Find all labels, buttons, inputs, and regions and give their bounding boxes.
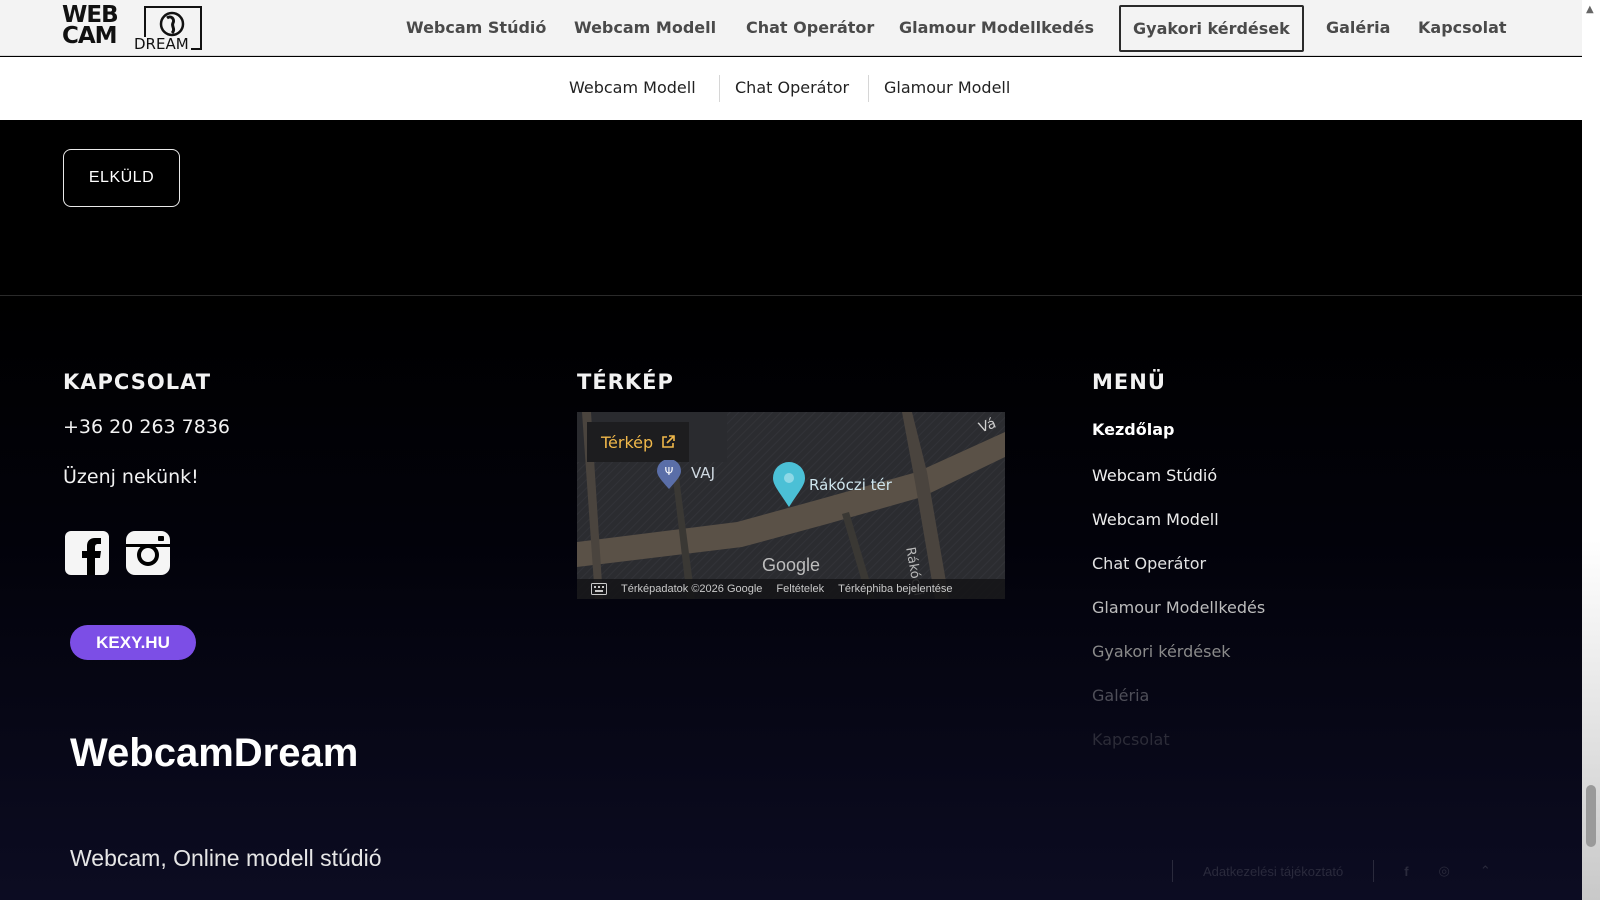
map-terms-link[interactable]: Feltételek xyxy=(776,583,824,595)
keyboard-icon[interactable] xyxy=(591,583,607,595)
nav-chat-operator[interactable]: Chat Operátor xyxy=(746,18,874,37)
footer-menu-webcam-modell[interactable]: Webcam Modell xyxy=(1092,510,1219,529)
subnav-divider xyxy=(719,75,720,102)
subnav-glamour-modell[interactable]: Glamour Modell xyxy=(884,78,1010,97)
open-map-label: Térkép xyxy=(601,432,654,452)
subnav-divider xyxy=(868,75,869,102)
restaurant-marker-icon: Ψ xyxy=(657,460,681,489)
scrollbar-thumb[interactable] xyxy=(1586,785,1596,847)
footer-menu-kapcsolat[interactable]: Kapcsolat xyxy=(1092,730,1170,749)
google-logo: Google xyxy=(762,555,821,575)
page-scrollbar[interactable]: ▲ xyxy=(1582,0,1600,900)
webcamdream-logo[interactable]: WEB CAM DREAM xyxy=(62,4,204,54)
instagram-icon[interactable] xyxy=(125,530,171,576)
logo-text-cam: CAM xyxy=(62,23,118,49)
subnav-webcam-modell[interactable]: Webcam Modell xyxy=(569,78,696,97)
message-link[interactable]: Üzenj nekünk! xyxy=(63,466,199,488)
nav-galeria[interactable]: Galéria xyxy=(1326,18,1390,37)
footer-menu-gyakori-kerdesek[interactable]: Gyakori kérdések xyxy=(1092,642,1231,661)
footer-bottom-bar: Adatkezelési tájékoztató f ◎ ⌃ xyxy=(1172,860,1491,882)
embedded-map[interactable]: Térkép Ψ VAJ Rákóczi tér Rákóczi tér Vá … xyxy=(577,412,1005,599)
facebook-small-icon[interactable]: f xyxy=(1404,864,1408,879)
footer-bottom-divider xyxy=(1172,860,1173,882)
facebook-icon[interactable] xyxy=(64,530,110,576)
svg-text:Ψ: Ψ xyxy=(665,465,674,478)
nav-glamour-modellkedes[interactable]: Glamour Modellkedés xyxy=(899,18,1094,37)
instagram-small-icon[interactable]: ◎ xyxy=(1439,863,1450,879)
footer-menu-webcam-studio[interactable]: Webcam Stúdió xyxy=(1092,466,1217,485)
subnav-chat-operator[interactable]: Chat Operátor xyxy=(735,78,849,97)
contact-heading: KAPCSOLAT xyxy=(63,370,212,394)
open-map-button[interactable]: Térkép xyxy=(587,422,690,462)
logo-text-dream: DREAM xyxy=(132,35,191,53)
nav-webcam-studio[interactable]: Webcam Stúdió xyxy=(406,18,546,37)
privacy-policy-link[interactable]: Adatkezelési tájékoztató xyxy=(1203,864,1343,879)
top-header: WEB CAM DREAM Webcam Stúdió Webcam Model… xyxy=(0,0,1582,56)
map-place-label: Rákóczi tér xyxy=(809,476,892,494)
map-attribution-bar: Térképadatok ©2026 Google Feltételek Tér… xyxy=(577,579,1005,599)
footer-menu-glamour-modellkedes[interactable]: Glamour Modellkedés xyxy=(1092,598,1265,617)
nav-gyakori-kerdesek[interactable]: Gyakori kérdések xyxy=(1119,5,1304,52)
footer-menu-kezdolap[interactable]: Kezdőlap xyxy=(1092,420,1174,439)
phone-number[interactable]: +36 20 263 7836 xyxy=(63,416,230,438)
brand-tagline: Webcam, Online modell stúdió xyxy=(70,845,382,871)
brand-name: WebcamDream xyxy=(70,731,359,775)
nav-webcam-modell[interactable]: Webcam Modell xyxy=(574,18,716,37)
location-pin-icon xyxy=(773,462,805,507)
scroll-up-arrow-icon[interactable]: ▲ xyxy=(1586,4,1594,15)
sub-navigation: Webcam Modell Chat Operátor Glamour Mode… xyxy=(0,57,1582,120)
scroll-top-icon[interactable]: ⌃ xyxy=(1480,863,1491,879)
nav-kapcsolat[interactable]: Kapcsolat xyxy=(1418,18,1507,37)
submit-button[interactable]: ELKÜLD xyxy=(63,149,180,207)
footer-menu-galeria[interactable]: Galéria xyxy=(1092,686,1149,705)
map-heading: TÉRKÉP xyxy=(577,370,674,394)
footer-bottom-divider xyxy=(1373,860,1375,882)
map-report-link[interactable]: Térképhiba bejelentése xyxy=(838,583,952,595)
menu-heading: MENÜ xyxy=(1092,370,1166,394)
map-poi-label: VAJ xyxy=(691,464,715,482)
map-attribution: Térképadatok ©2026 Google xyxy=(621,583,763,595)
footer-menu-chat-operator[interactable]: Chat Operátor xyxy=(1092,554,1206,573)
kexy-badge[interactable]: KEXY.HU xyxy=(70,625,196,660)
external-link-icon xyxy=(662,435,675,448)
